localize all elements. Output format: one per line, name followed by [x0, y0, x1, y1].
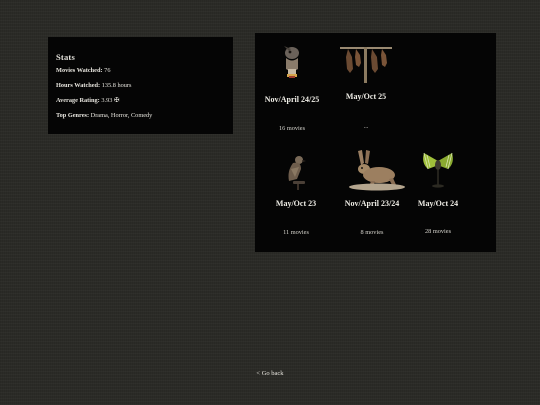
- collection-count: 11 movies: [283, 229, 309, 236]
- stats-title: Stats: [56, 52, 75, 62]
- stat-average-rating-label: Average Rating:: [56, 96, 100, 104]
- stat-hours-watched: Hours Watched: 135.8 hours: [56, 81, 225, 90]
- perched-bird-icon: [259, 151, 333, 197]
- collection-count: 28 movies: [424, 228, 452, 235]
- collection-name: May/Oct 24: [417, 199, 459, 208]
- stat-top-genres-value: Drama, Horror, Comedy: [90, 111, 153, 119]
- stat-average-rating: Average Rating: 3.93 ✠: [56, 96, 225, 105]
- stat-movies-watched-value: 76: [104, 67, 111, 74]
- hare-specimen-icon: [331, 147, 405, 193]
- green-bat-icon: [401, 149, 475, 195]
- stat-movies-watched-label: Movies Watched:: [56, 67, 103, 74]
- hanging-bats-icon: [329, 43, 403, 89]
- go-back-link[interactable]: < Go back: [220, 370, 320, 377]
- bird-skull-specimen-icon: [255, 43, 329, 89]
- stat-top-genres-label: Top Genres:: [56, 111, 90, 119]
- collections-grid: Nov/April 24/25 16 movies May/Oct 25 ...: [255, 33, 496, 252]
- stats-panel: Stats Movies Watched: 76 Hours Watched: …: [48, 37, 233, 134]
- collection-count: 8 movies: [360, 229, 384, 236]
- collection-name: May/Oct 25: [345, 92, 387, 101]
- collection-name: May/Oct 23: [275, 199, 317, 208]
- stat-hours-watched-value: 135.8 hours: [101, 81, 132, 89]
- collection-count: 16 movies: [278, 125, 306, 132]
- stat-average-rating-value: 3.93 ✠: [101, 96, 120, 104]
- stat-hours-watched-label: Hours Watched:: [56, 81, 101, 89]
- stat-movies-watched: Movies Watched: 76: [56, 67, 225, 75]
- collection-count: ...: [363, 123, 369, 130]
- stat-top-genres: Top Genres: Drama, Horror, Comedy: [56, 111, 225, 120]
